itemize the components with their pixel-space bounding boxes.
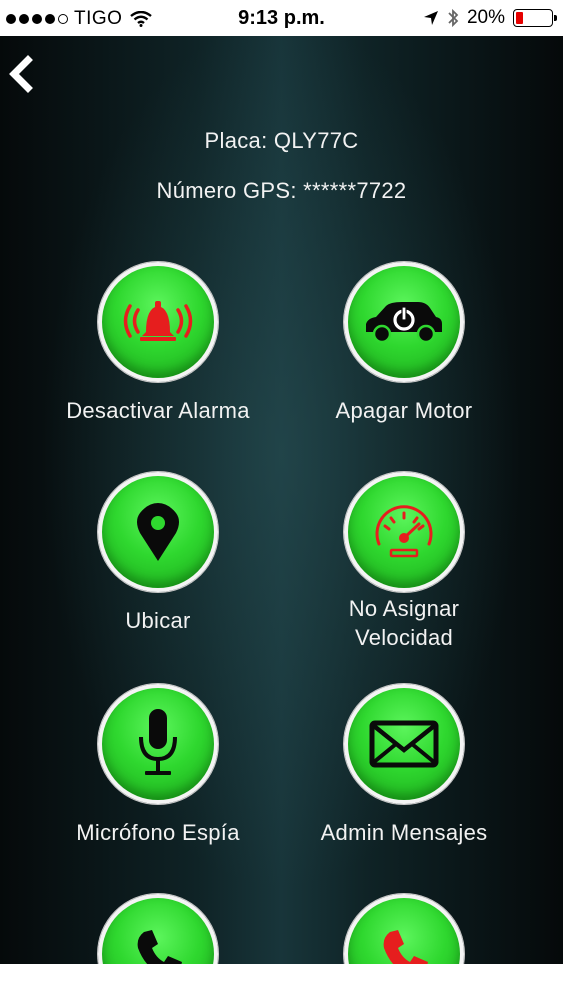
apagar-motor-label: Apagar Motor bbox=[335, 398, 473, 423]
main-screen: Placa: QLY77C Número GPS: ******7722 Des… bbox=[0, 36, 563, 964]
battery-percent: 20% bbox=[466, 7, 505, 28]
admin-mensajes-label: Admin Mensajes bbox=[320, 820, 488, 845]
envelope-icon bbox=[369, 720, 439, 768]
phone-icon bbox=[137, 930, 182, 964]
asignar-velocidad-button[interactable]: No Asignar Velocidad bbox=[274, 472, 534, 652]
admin-mensajes-button[interactable]: Admin Mensajes bbox=[274, 684, 534, 847]
colgar-button[interactable] bbox=[274, 894, 534, 964]
gps-number: Número GPS: ******7722 bbox=[156, 178, 407, 203]
llamar-button[interactable] bbox=[28, 894, 288, 964]
microfono-espia-button[interactable]: Micrófono Espía bbox=[28, 684, 288, 847]
ubicar-circle[interactable] bbox=[98, 472, 218, 592]
desactivar-alarma-button[interactable]: Desactivar Alarma bbox=[28, 262, 288, 425]
microfono-espia-circle[interactable] bbox=[98, 684, 218, 804]
asignar-velocidad-label-line2: Velocidad bbox=[354, 625, 454, 650]
ubicar-label: Ubicar bbox=[125, 608, 191, 633]
location-arrow-icon bbox=[423, 11, 438, 25]
bottom-bar bbox=[0, 964, 563, 1000]
speedometer-icon bbox=[375, 505, 433, 558]
colgar-circle[interactable] bbox=[344, 894, 464, 964]
desactivar-alarma-circle[interactable] bbox=[98, 262, 218, 382]
status-right: 20% bbox=[423, 7, 557, 29]
microfono-espia-label: Micrófono Espía bbox=[76, 820, 240, 845]
chevron-left-icon bbox=[9, 55, 33, 93]
asignar-velocidad-label: No Asignar Velocidad bbox=[274, 594, 534, 652]
admin-mensajes-circle[interactable] bbox=[344, 684, 464, 804]
llamar-circle[interactable] bbox=[98, 894, 218, 964]
microphone-icon bbox=[139, 709, 177, 775]
battery-icon bbox=[513, 9, 557, 27]
apagar-motor-button[interactable]: Apagar Motor bbox=[274, 262, 534, 425]
battery-level bbox=[516, 12, 523, 24]
desactivar-alarma-label: Desactivar Alarma bbox=[66, 398, 250, 423]
plate-number: Placa: QLY77C bbox=[204, 128, 359, 153]
map-pin-icon bbox=[137, 503, 179, 561]
ubicar-button[interactable]: Ubicar bbox=[28, 472, 288, 635]
asignar-velocidad-circle[interactable] bbox=[344, 472, 464, 592]
back-button[interactable] bbox=[4, 54, 38, 94]
apagar-motor-circle[interactable] bbox=[344, 262, 464, 382]
bluetooth-icon bbox=[448, 8, 459, 28]
alarm-bell-icon bbox=[123, 301, 193, 341]
asignar-velocidad-label-line1: No Asignar bbox=[348, 596, 460, 621]
phone-red-icon bbox=[383, 930, 428, 964]
car-power-icon bbox=[366, 302, 442, 344]
status-bar: TIGO 9:13 p.m. 20% bbox=[0, 0, 563, 36]
